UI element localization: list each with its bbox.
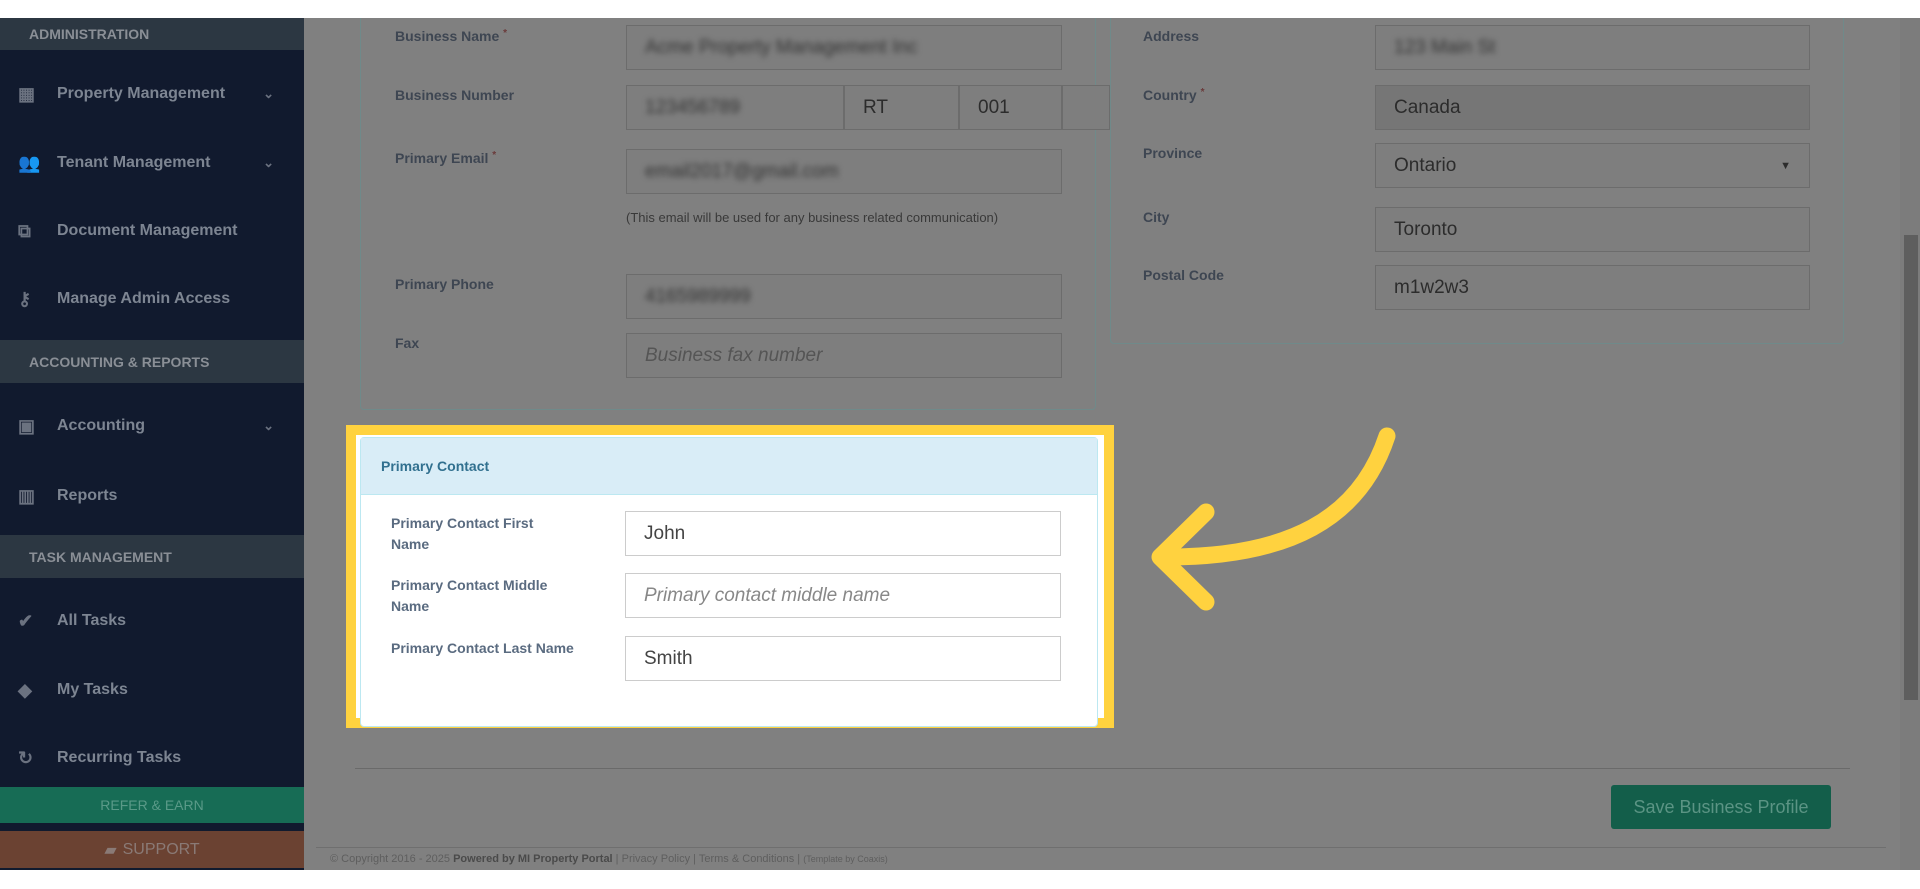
footer-divider bbox=[316, 847, 1886, 848]
scrollbar[interactable] bbox=[1900, 18, 1920, 870]
divider bbox=[355, 768, 1850, 769]
terms-link[interactable]: Terms & Conditions bbox=[699, 853, 794, 865]
save-business-profile-button[interactable]: Save Business Profile bbox=[1611, 785, 1831, 829]
privacy-link[interactable]: Privacy Policy bbox=[622, 853, 690, 865]
footer: © Copyright 2016 - 2025 Powered by MI Pr… bbox=[330, 853, 888, 865]
app: ADMINISTRATION ▦ Property Management ⌄ 👥 Te… bbox=[0, 18, 1920, 870]
scrollbar-thumb[interactable] bbox=[1904, 235, 1918, 700]
pointer-arrow-icon bbox=[1151, 427, 1396, 611]
